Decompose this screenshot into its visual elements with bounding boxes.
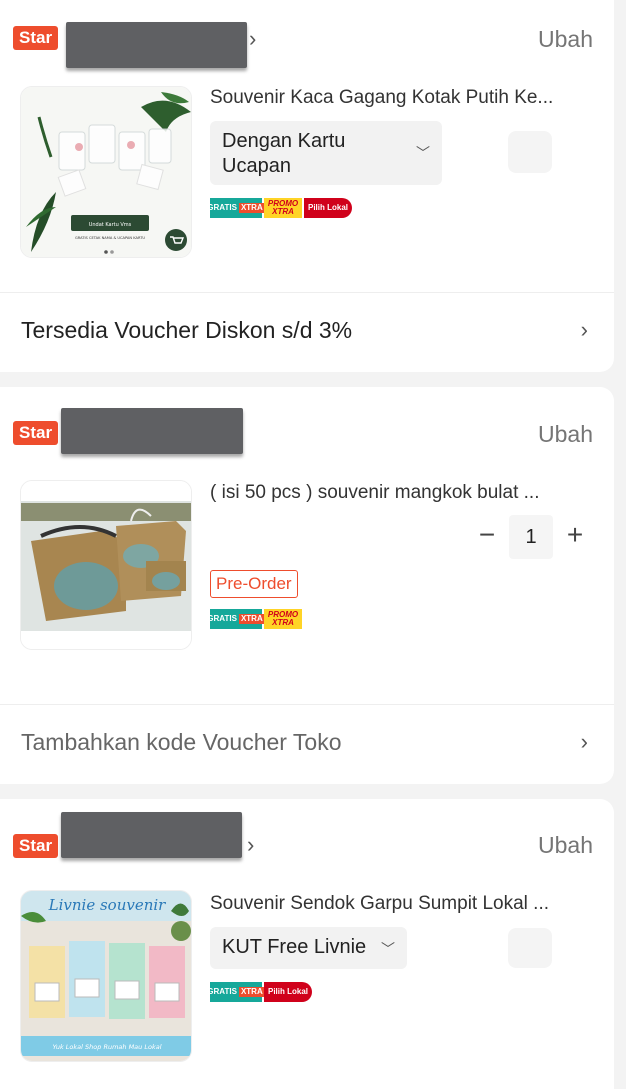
product-image-bowl [21,481,191,649]
star-badge: Star [13,421,59,445]
chevron-right-icon: › [580,729,588,754]
star-badge: Star [13,834,59,858]
product-image-cutlery: Livnie souvenir Yuk Lokal Shop Rumah Mau… [21,891,191,1061]
variant-label: Dengan Kartu Ucapan [222,130,346,177]
edit-button[interactable]: Ubah [538,832,593,859]
shop-header: Star › Ubah [0,799,614,875]
tag-promo-xtra: PROMO XTRA [264,198,302,218]
product-image-glass: Undat Kartu Vms GRATIS CETAK NAMA & UCAP… [21,87,191,257]
product-thumbnail[interactable]: Undat Kartu Vms GRATIS CETAK NAMA & UCAP… [20,86,192,258]
shop-name-redacted[interactable] [61,812,242,858]
tag-pilih-lokal: Pilih Lokal [304,198,352,218]
variant-selector[interactable]: KUT Free Livnie ﹀ [210,927,407,969]
voucher-code-text: Tambahkan kode Voucher Toko [21,729,342,755]
thumb-footer: Yuk Lokal Shop Rumah Mau Lokal [52,1043,161,1051]
shop-card-1: Star › Ubah Undat Kartu Vms GRATIS CETAK… [0,0,614,372]
tag-free-shipping: GRATIS XTRA [207,609,265,629]
edit-button[interactable]: Ubah [538,421,593,448]
thumb-caption: Undat Kartu Vms [89,222,132,228]
shop-header: Star › Ubah [0,0,614,76]
edit-button[interactable]: Ubah [538,26,593,53]
shop-name-redacted[interactable] [61,408,243,454]
tag-promo-xtra: PROMO XTRA [264,609,302,629]
promo-tags: GRATIS XTRA PROMO XTRA [207,609,302,631]
preorder-badge: Pre-Order [210,570,298,598]
thumb-logo: Livnie souvenir [48,896,167,914]
increase-button[interactable]: + [562,519,588,551]
product-thumbnail[interactable]: Livnie souvenir Yuk Lokal Shop Rumah Mau… [20,890,192,1062]
voucher-row[interactable]: Tersedia Voucher Diskon s/d 3% › [0,292,614,370]
chevron-right-icon: › [580,317,588,342]
decrease-button[interactable]: − [474,519,500,551]
price-placeholder [508,131,552,173]
voucher-code-row[interactable]: Tambahkan kode Voucher Toko › [0,704,614,782]
chevron-down-icon: ﹀ [381,941,395,957]
tag-pilih-lokal: Pilih Lokal [264,982,312,1002]
product-thumbnail[interactable] [20,480,192,650]
star-badge: Star [13,26,59,50]
quantity-input[interactable]: 1 [509,515,553,559]
chevron-right-icon[interactable]: › [249,26,256,52]
chevron-right-icon[interactable]: › [247,832,254,858]
promo-tags: GRATIS XTRA Pilih Lokal [207,982,312,1004]
product-title[interactable]: ( isi 50 pcs ) souvenir mangkok bulat ..… [210,482,539,504]
promo-tags: GRATIS XTRA PROMO XTRA Pilih Lokal [207,198,352,220]
product-title[interactable]: Souvenir Kaca Gagang Kotak Putih Ke... [210,87,553,109]
shop-header: Star Ubah [0,387,614,463]
tag-free-shipping: GRATIS XTRA [207,198,265,218]
variant-selector[interactable]: Dengan Kartu Ucapan ﹀ [210,121,442,185]
product-title[interactable]: Souvenir Sendok Garpu Sumpit Lokal ... [210,893,549,915]
chevron-down-icon: ﹀ [416,145,430,161]
thumb-subcaption: GRATIS CETAK NAMA & UCAPAN KARTU [75,236,145,240]
variant-label: KUT Free Livnie [222,936,367,958]
tag-free-shipping: GRATIS XTRA [207,982,265,1002]
price-placeholder [508,928,552,968]
shop-name-redacted[interactable] [66,22,247,68]
voucher-text: Tersedia Voucher Diskon s/d 3% [21,317,353,343]
